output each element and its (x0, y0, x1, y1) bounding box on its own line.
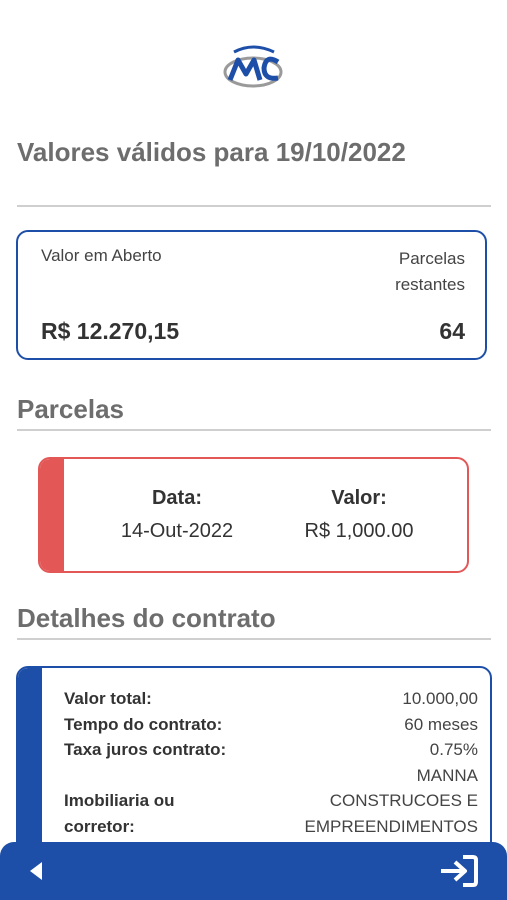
open-balance-card: Valor em Aberto Parcelas restantes R$ 12… (16, 230, 487, 360)
contract-details-card: Valor total: 10.000,00 Tempo do contrato… (16, 666, 492, 866)
contract-row-value: EMPREENDIMENTOS (304, 817, 479, 836)
contract-row-label: corretor: (64, 817, 135, 836)
contract-row-label: Imobiliaria ou (64, 791, 175, 810)
contract-accent-stripe (18, 668, 42, 864)
contract-details-title: Detalhes do contrato (17, 603, 491, 640)
open-value-label: Valor em Aberto (41, 246, 162, 265)
sign-in-icon[interactable] (439, 854, 479, 888)
contract-row-label: Tempo do contrato: (64, 715, 223, 734)
contract-row-value: 60 meses (404, 715, 478, 734)
installment-value-header: Valor: (331, 487, 387, 509)
installment-accent-stripe (40, 459, 64, 571)
bottom-navigation-bar (0, 842, 507, 900)
contract-row-value: CONSTRUCOES E (329, 791, 478, 810)
contract-row-value: 10.000,00 (402, 689, 478, 708)
remaining-installments-label: Parcelas restantes (395, 249, 465, 294)
installment-date: 14-Out-2022 (120, 520, 234, 542)
installments-title: Parcelas (17, 394, 491, 431)
contract-row-value: 0.75% (429, 740, 478, 759)
contract-row-value: MANNA (416, 766, 478, 785)
installment-date-column: Data: 14-Out-2022 (92, 487, 262, 543)
back-arrow-icon[interactable] (22, 856, 52, 886)
contract-row-label: Valor total: (64, 689, 152, 708)
installment-value: R$ 1,000.00 (304, 520, 414, 542)
installment-date-header: Data: (151, 487, 202, 509)
open-value: R$ 12.270,15 (41, 318, 180, 344)
page-title: Valores válidos para 19/10/2022 (17, 137, 491, 207)
mc-logo-icon (223, 45, 283, 88)
installment-card[interactable]: Data: 14-Out-2022 Valor: R$ 1,000.00 (38, 457, 469, 573)
contract-row-label: Taxa juros contrato: (64, 740, 227, 759)
remaining-installments-value: 64 (439, 318, 465, 344)
installment-value-column: Valor: R$ 1,000.00 (274, 487, 444, 543)
